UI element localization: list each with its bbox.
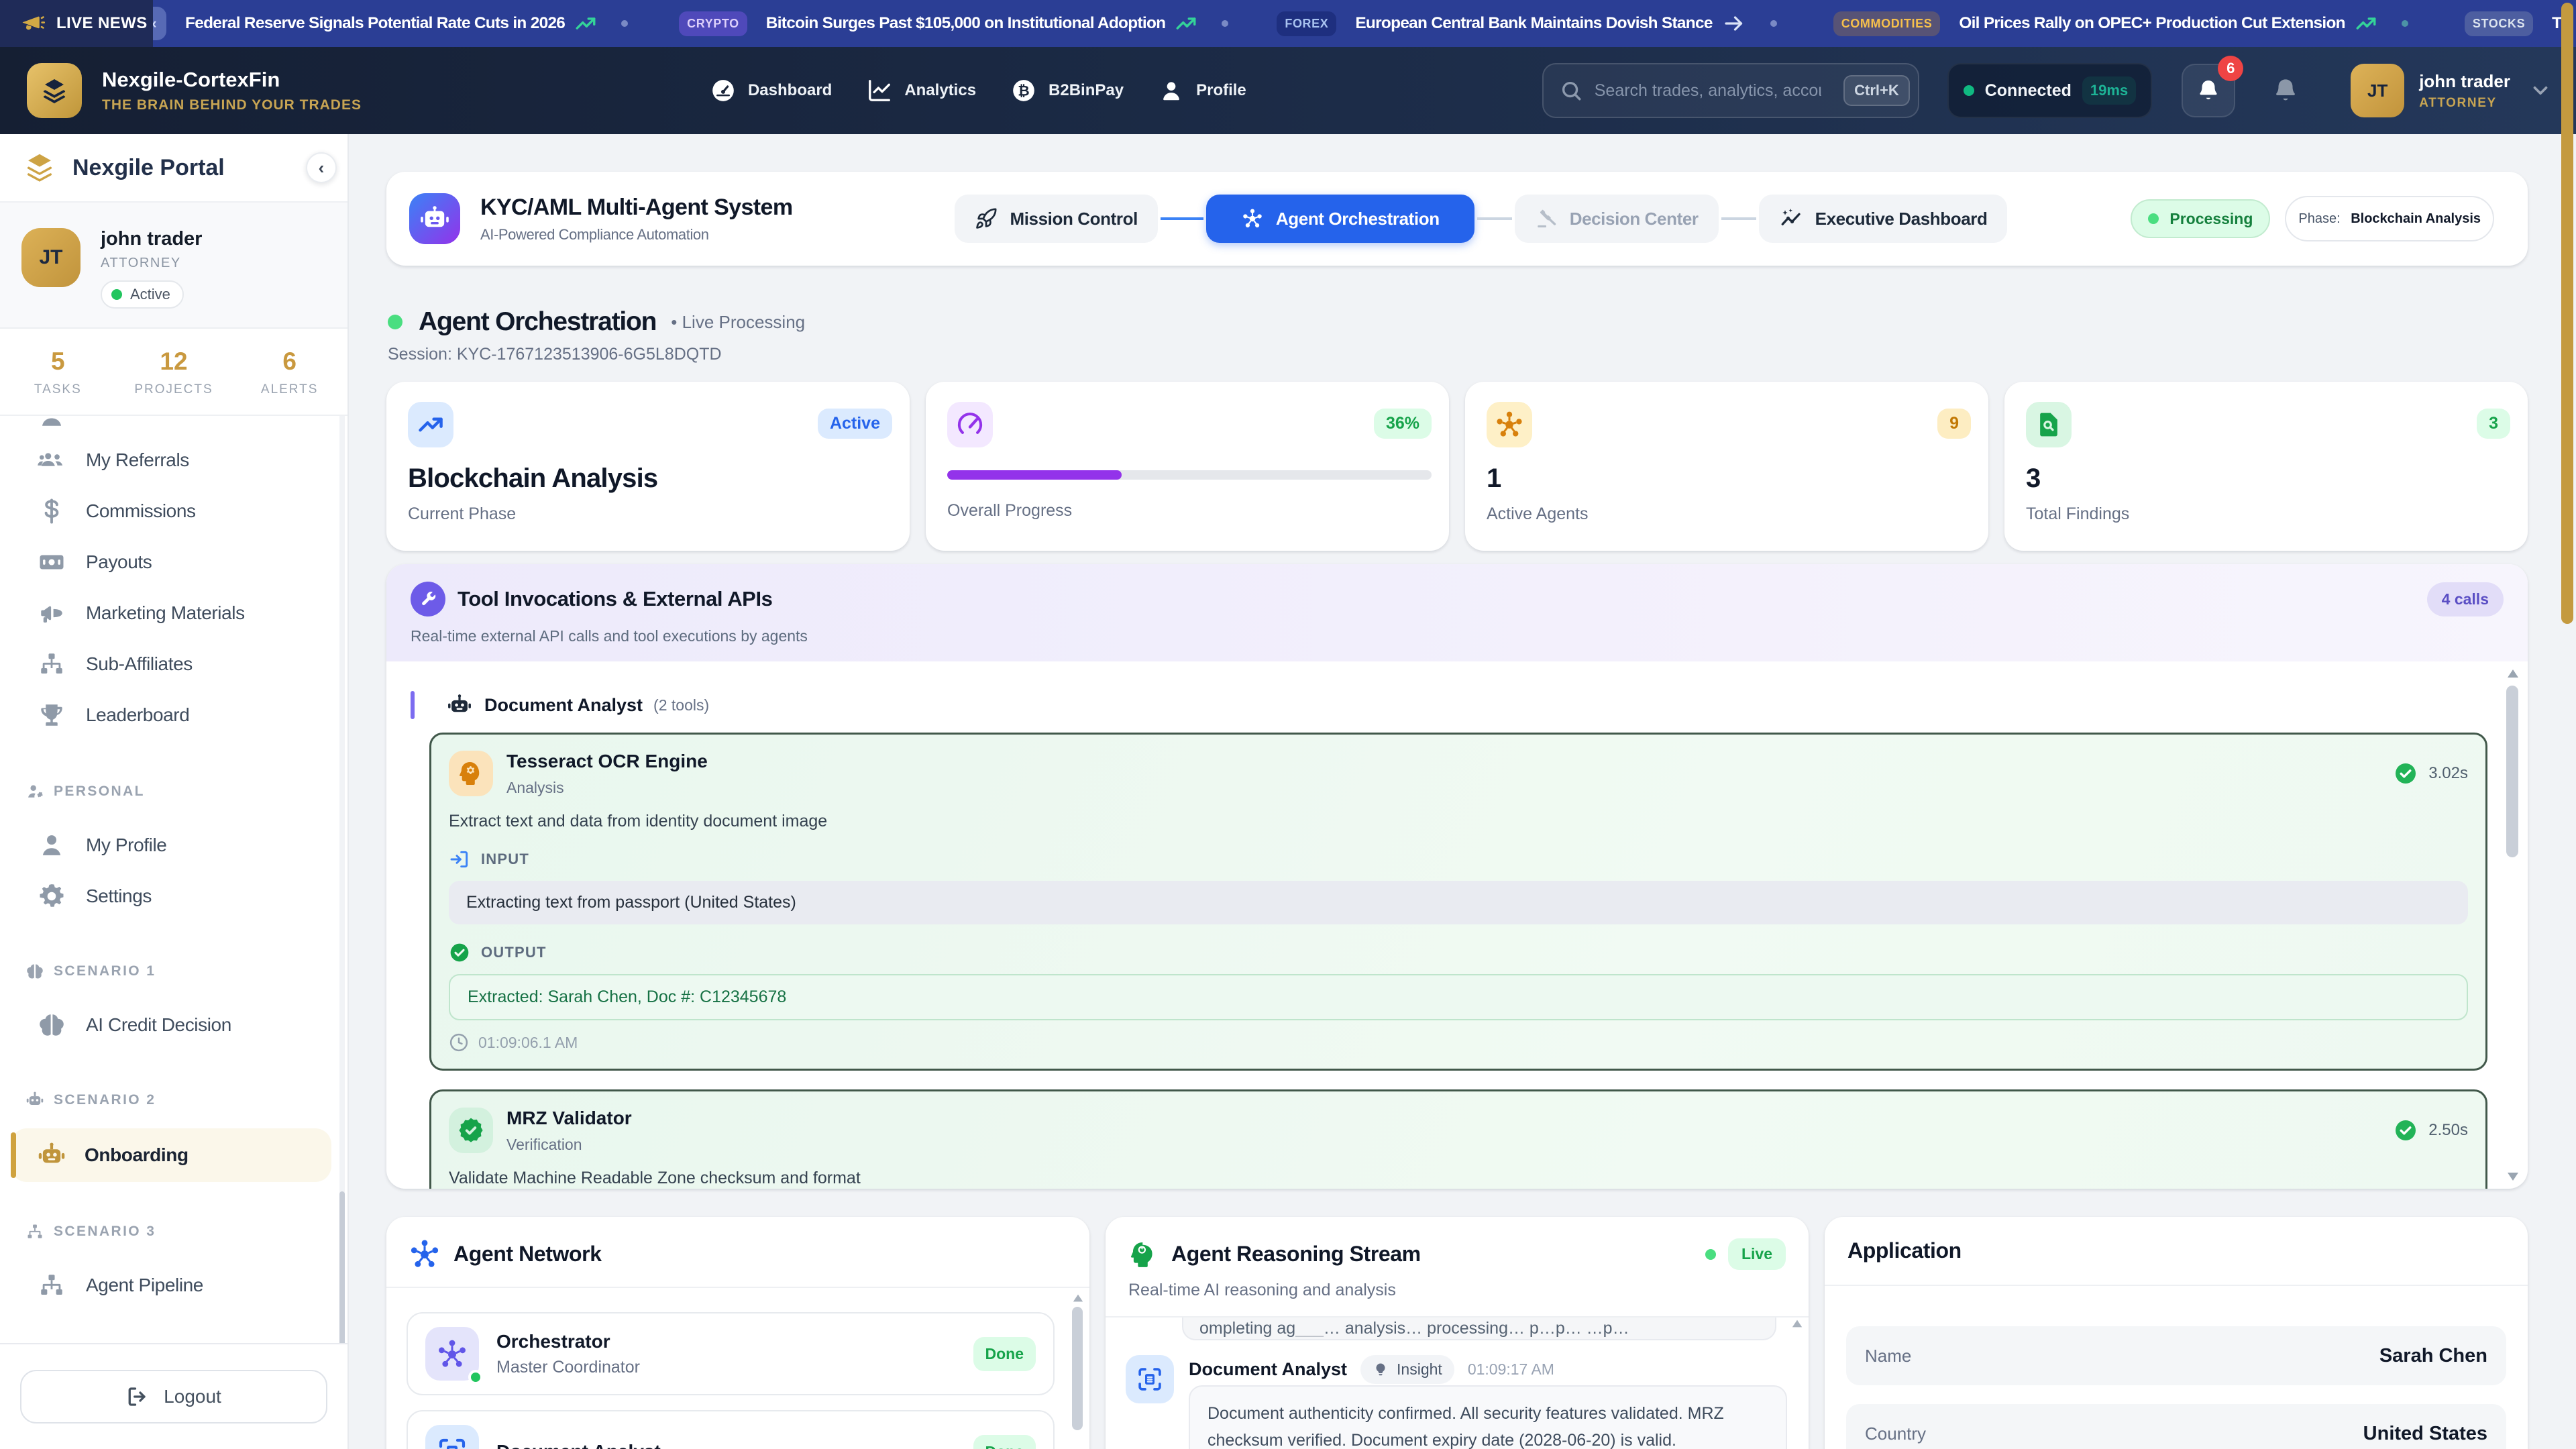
svg-text:₿: ₿ xyxy=(1018,83,1029,99)
